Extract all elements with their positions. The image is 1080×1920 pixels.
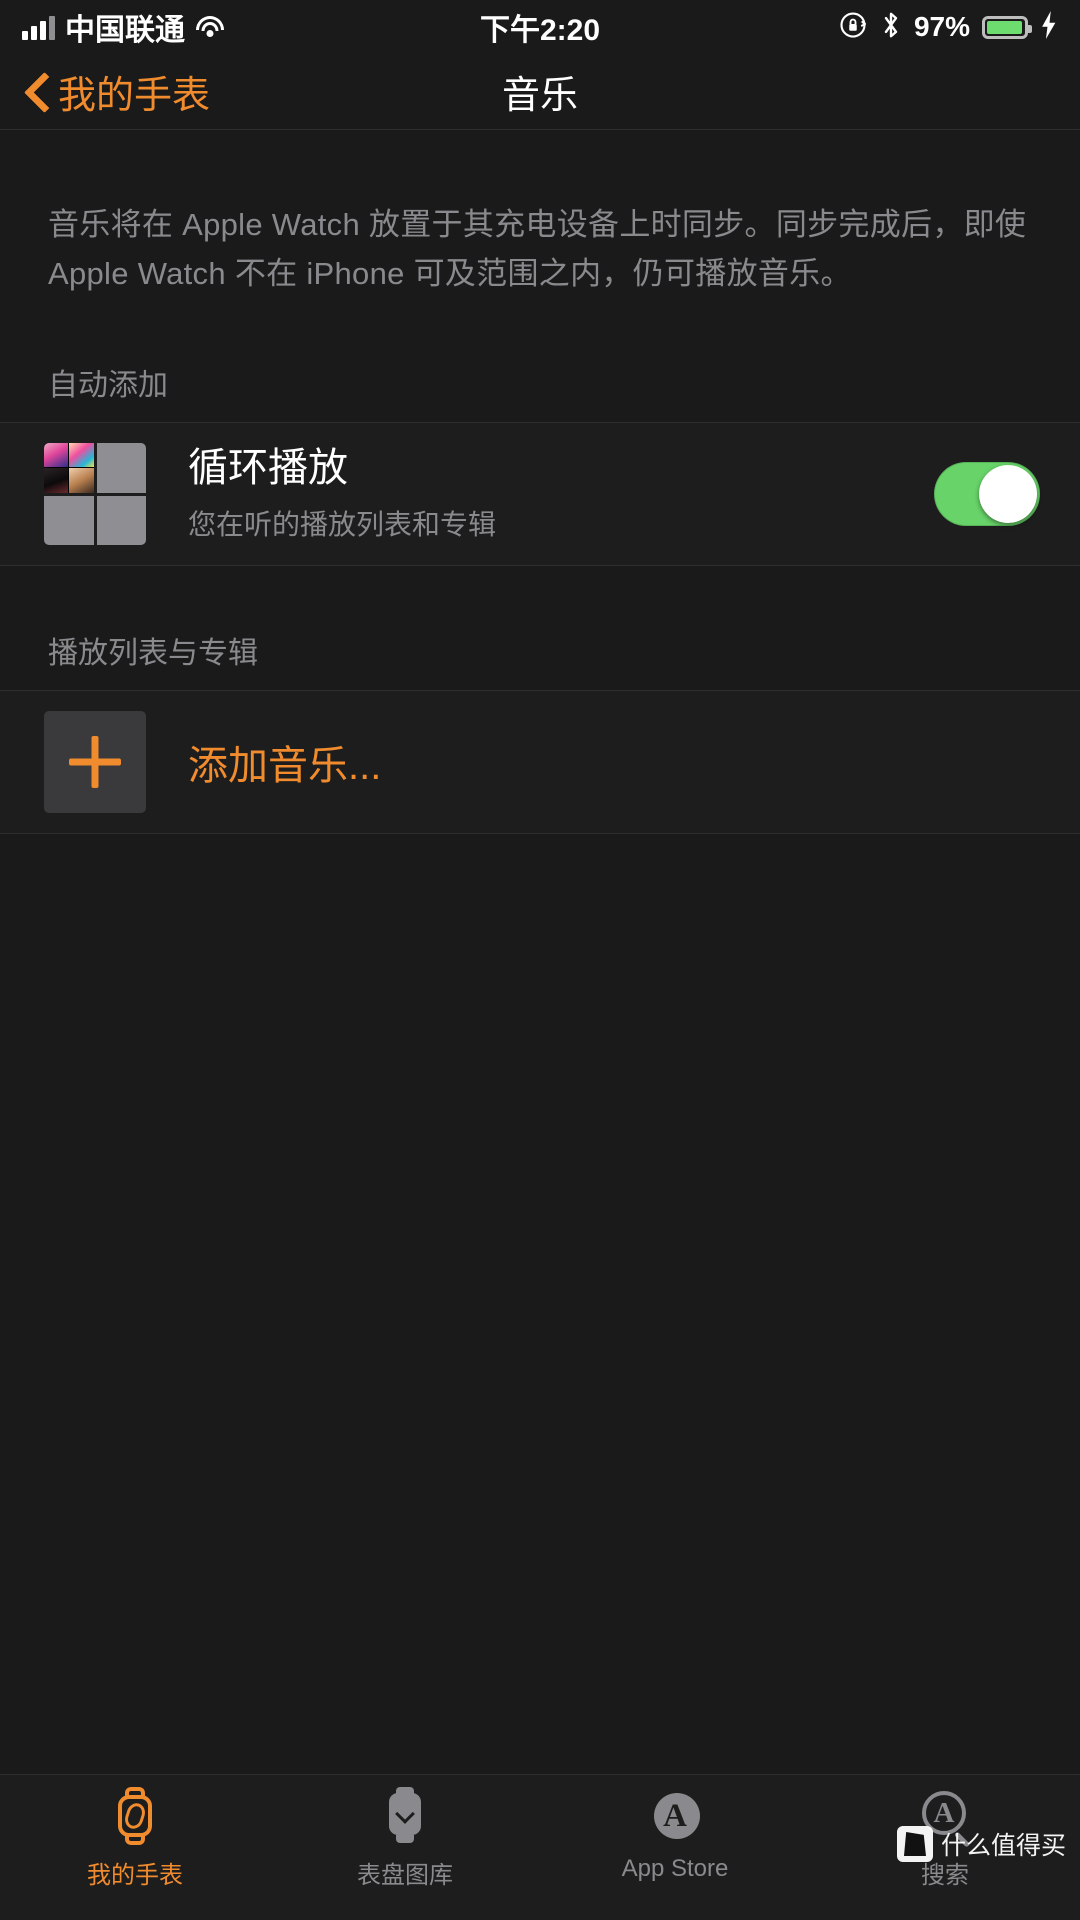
phone-screen: 中国联通 下午2:20 97% 我的手表 音乐 音乐将在 Apple Watch… [0,0,1080,1920]
tab-label: 我的手表 [87,1862,183,1889]
divider [0,833,1080,834]
face-gallery-icon [376,1787,434,1845]
album-art-mosaic [44,443,146,545]
album-cover-2 [69,443,94,468]
wifi-icon [195,15,225,39]
sync-description: 音乐将在 Apple Watch 放置于其充电设备上时同步。同步完成后，即使 A… [48,207,1027,291]
signal-bars-icon [22,14,55,40]
album-cover-3 [44,468,69,493]
row-text-block: 循环播放 您在听的播放列表和专辑 [188,445,934,543]
charging-bolt-icon [1040,10,1058,44]
tab-face-gallery[interactable]: 表盘图库 [270,1787,540,1920]
tab-my-watch[interactable]: 我的手表 [0,1787,270,1920]
section-header-auto-add: 自动添加 [48,369,168,402]
album-cover-1 [44,443,69,468]
status-bar: 中国联通 下午2:20 97% [0,0,1080,54]
album-art-placeholder-3 [44,495,94,545]
tab-label: 表盘图库 [357,1862,453,1889]
tab-app-store[interactable]: A App Store [540,1787,810,1920]
status-bar-left: 中国联通 [22,5,225,49]
tab-label: App Store [621,1855,729,1882]
watch-icon [106,1787,164,1845]
watermark-label: 什么值得买 [940,1832,1066,1860]
album-art-collage [44,443,94,493]
bluetooth-icon [880,10,902,45]
watermark: 什么值得买 [896,1826,1066,1862]
back-button[interactable]: 我的手表 [0,64,210,119]
row-add-music[interactable]: 添加音乐... [0,691,1080,833]
plus-icon [44,711,146,813]
add-music-label: 添加音乐... [188,744,382,788]
row-subtitle: 您在听的播放列表和专辑 [188,509,497,540]
app-store-icon: A [646,1787,704,1845]
row-loop-playback[interactable]: 循环播放 您在听的播放列表和专辑 [0,423,1080,565]
album-cover-4 [69,468,94,493]
loop-playback-toggle[interactable] [934,462,1040,526]
watermark-logo-icon [896,1826,933,1862]
carrier-label: 中国联通 [65,14,185,47]
status-bar-right: 97% [838,10,1058,45]
navigation-bar: 我的手表 音乐 [0,54,1080,130]
chevron-left-icon [26,75,46,109]
battery-percent-label: 97% [913,11,970,42]
rotation-lock-icon [838,10,868,45]
album-art-placeholder-4 [96,495,146,545]
toggle-knob [979,465,1037,523]
album-art-placeholder-2 [96,443,146,493]
battery-icon [982,15,1032,39]
main-content: 音乐将在 Apple Watch 放置于其充电设备上时同步。同步完成后，即使 A… [0,130,1080,1774]
row-title: 循环播放 [188,446,348,490]
back-button-label: 我的手表 [58,75,211,117]
section-header-playlists-albums: 播放列表与专辑 [48,637,258,670]
